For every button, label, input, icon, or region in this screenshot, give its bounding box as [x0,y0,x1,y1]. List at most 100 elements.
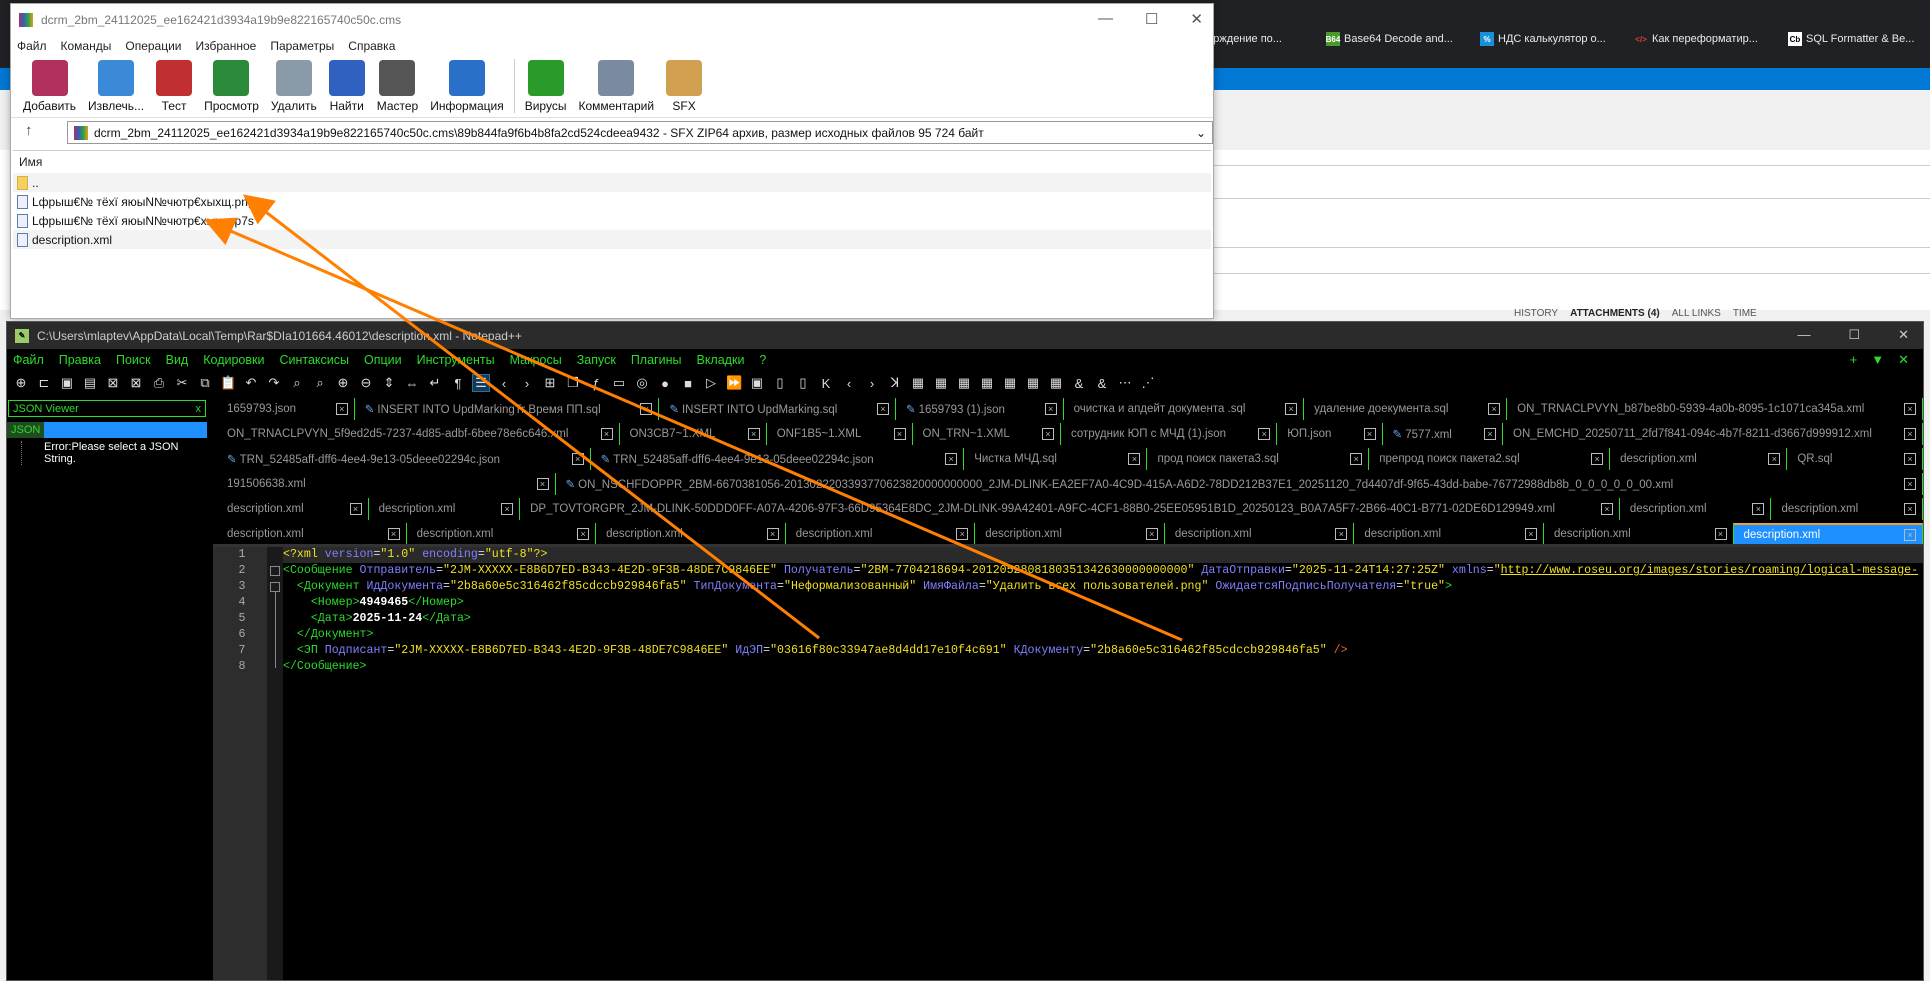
column-header-name[interactable]: Имя [13,151,1211,173]
close-all-icon[interactable]: ⊠ [128,375,144,391]
run-macro-multiple-icon[interactable]: ▷ [703,375,719,391]
last-icon[interactable]: › [864,376,880,391]
close-icon[interactable]: ⊠ [105,375,121,391]
document-tab[interactable]: сотрудник ЮП с МЧД (1).json × [1061,422,1278,445]
tab-close-icon[interactable]: × [1524,527,1537,540]
next-icon[interactable]: ‹ [841,376,857,391]
menu-item[interactable]: Плагины [631,353,682,367]
tab-close-icon[interactable]: × [1335,527,1348,540]
indent-guide-icon[interactable]: ☰ [472,374,490,392]
fold-minus-icon[interactable] [270,566,280,576]
plugin-3-icon[interactable]: ▦ [933,375,949,391]
tab-close-icon[interactable]: × [1904,528,1917,541]
print-icon[interactable]: ⎙ [151,375,167,391]
open-icon[interactable]: ⊏ [36,375,52,391]
document-tab[interactable]: description.xml × [217,497,369,520]
toolbar-button[interactable]: Удалить [265,60,323,117]
plugin-5-icon[interactable]: ▦ [979,375,995,391]
document-tab[interactable]: DP_TOVTORGPR_2JM-DLINK-50DDD0FF-A07A-420… [520,497,1620,520]
doc-list-icon[interactable]: ⊞ [542,375,558,391]
document-tab[interactable]: 1659793.json × [217,397,355,420]
plugin-6-icon[interactable]: ▦ [1002,375,1018,391]
document-tab[interactable]: description.xml × [369,497,521,520]
record-macro-icon[interactable]: ◎ [634,375,650,391]
menu-item[interactable]: Запуск [577,353,616,367]
tab-close-icon[interactable]: × [1591,452,1604,465]
play-macro-icon[interactable]: ■ [680,376,696,391]
document-tab[interactable]: ONF1B5~1.XML × [767,422,913,445]
tab-close-icon[interactable]: × [335,402,348,415]
document-tab[interactable]: description.xml × [1733,522,1923,545]
tab-close-icon[interactable]: × [1363,427,1376,440]
toolbar-button[interactable]: Добавить [17,60,82,117]
document-tab[interactable]: 191506638.xml × [217,472,556,495]
document-tab[interactable]: description.xml × [1771,497,1923,520]
comment-icon[interactable]: & [1094,376,1110,391]
document-tab[interactable]: ✎ INSERT INTO UpdMarkingTr Время ПП.sql × [355,397,660,420]
menu-item[interactable]: Опции [364,353,402,367]
document-tab[interactable]: Чистка МЧД.sql × [964,447,1148,470]
tab-close-icon[interactable]: × [1285,402,1298,415]
minimize-icon[interactable]: — [1098,10,1113,28]
document-tab[interactable]: ✎ TRN_52485aff-dff6-4ee4-9e13-05deee02294… [591,447,965,470]
paste-icon[interactable]: 📋 [220,375,236,391]
sync-h-icon[interactable]: ⇔ [404,376,420,391]
menu-item[interactable]: Правка [59,353,101,367]
code-editor[interactable]: 12345678 <?xml version="1.0" encoding="u… [213,544,1923,980]
tab-close-icon[interactable]: × [1768,452,1781,465]
close-icon[interactable]: ✕ [1190,10,1203,28]
tab-close-icon[interactable]: × [349,502,362,515]
plugin-7-icon[interactable]: ▦ [1025,375,1041,391]
json-tree-root[interactable]: JSON [7,422,207,438]
tab-close-icon[interactable]: × [577,527,590,540]
document-tab[interactable]: ✎ TRN_52485aff-dff6-4ee4-9e13-05deee02294… [217,447,591,470]
toolbar-button[interactable]: Тест [150,60,198,117]
chevron-down-icon[interactable]: ⌄ [1196,126,1206,140]
toolbar-button[interactable]: Вирусы [519,60,573,117]
tab-close-icon[interactable]: × [945,452,958,465]
first-icon[interactable]: ▯ [795,375,811,391]
address-bar[interactable]: dcrm_2bm_24112025_ee162421d3934a19b9e822… [67,121,1213,144]
document-tab[interactable]: ON3CB7~1.XML × [620,422,767,445]
zoom-out-icon[interactable]: ⊖ [358,375,374,391]
plugin-2-icon[interactable]: ▦ [910,375,926,391]
document-tab[interactable]: description.xml × [1620,497,1772,520]
stop-macro-icon[interactable]: ● [657,376,673,391]
document-tab[interactable]: description.xml × [786,522,976,545]
tab-close-icon[interactable]: × [1044,402,1057,415]
tab-close-icon[interactable]: × [893,427,906,440]
menu-item[interactable]: Поиск [116,353,151,367]
menu-item[interactable]: Файл [13,353,44,367]
save-all-icon[interactable]: ▤ [82,375,98,391]
maximize-icon[interactable]: ☐ [1848,327,1860,343]
menu-item[interactable]: Справка [348,39,395,53]
monitor-icon[interactable]: ▭ [611,375,627,391]
tab-close-icon[interactable]: × [640,402,653,415]
wrap-icon[interactable]: ↵ [427,375,443,391]
document-tab[interactable]: description.xml × [596,522,786,545]
tab-close-icon[interactable]: × [1145,527,1158,540]
close-icon[interactable]: ✕ [1898,327,1909,343]
document-tab[interactable]: ✎ 1659793 (1).json × [896,397,1064,420]
document-tab[interactable]: ✎ ON_NSCHFDOPPR_2BM-6670381056-2013022203… [556,472,1923,495]
tab-control-button[interactable]: + [1850,352,1858,368]
plugin-9-icon[interactable]: & [1071,376,1087,391]
document-tab[interactable]: ON_TRNACLPVYN_b87be8b0-5939-4a0b-8095-1c… [1507,397,1923,420]
tab-close-icon[interactable]: × [1488,402,1501,415]
document-tab[interactable]: удаление доекумента.sql × [1304,397,1508,420]
save-macro-icon[interactable]: ⏩ [726,375,742,391]
document-tab[interactable]: ON_TRN~1.XML × [913,422,1061,445]
compare-icon[interactable]: ▣ [749,375,765,391]
document-tab[interactable]: прод поиск пакета3.sql × [1147,447,1370,470]
tab-close-icon[interactable]: × [747,427,760,440]
sync-v-icon[interactable]: ⇕ [381,375,397,391]
tab-close-icon[interactable]: × [1714,527,1727,540]
replace-icon[interactable]: ⌕ [312,375,328,391]
bookmark-item[interactable]: Cb SQL Formatter & Be... [1788,32,1914,46]
tab-close-icon[interactable]: × [1904,477,1917,490]
document-tab[interactable]: ON_TRNACLPVYN_5f9ed2d5-7237-4d85-adbf-6b… [217,422,620,445]
bookmark-item[interactable]: B64 Base64 Decode and... [1326,32,1480,46]
plugin-1-icon[interactable]: ꓘ [887,375,903,391]
tab-close-icon[interactable]: × [1903,402,1916,415]
document-tab[interactable]: description.xml × [975,522,1165,545]
